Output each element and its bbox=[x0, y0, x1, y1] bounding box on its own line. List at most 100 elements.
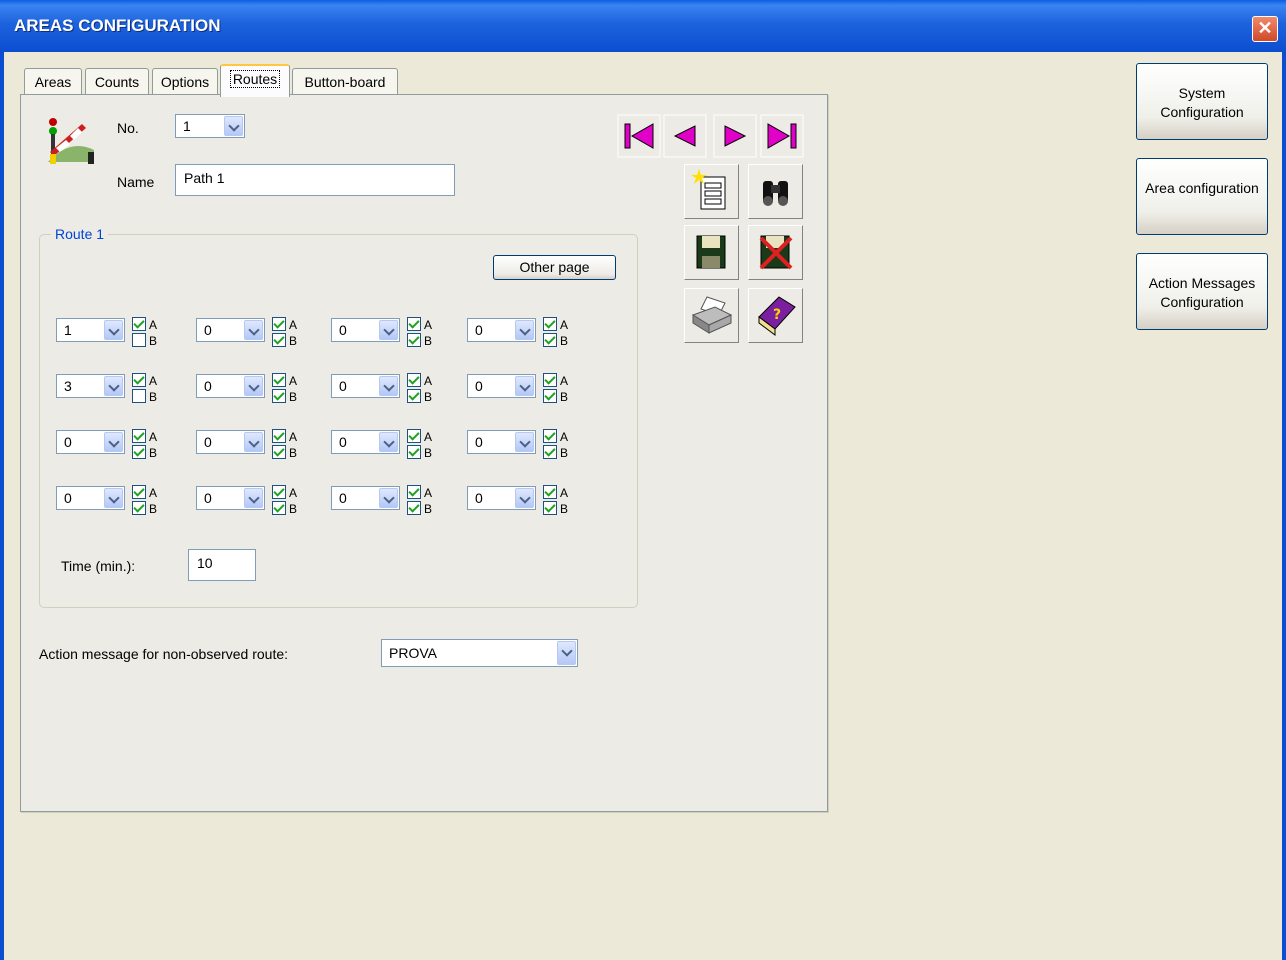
route-checkbox-b[interactable] bbox=[132, 333, 146, 347]
route-cell: 0 AB bbox=[196, 369, 321, 413]
route-checkbox-b[interactable] bbox=[272, 445, 286, 459]
route-area-select[interactable]: 0 bbox=[196, 430, 265, 454]
route-area-select[interactable]: 0 bbox=[467, 486, 536, 510]
route-cell: 0 AB bbox=[196, 313, 321, 357]
chevron-down-icon[interactable] bbox=[379, 320, 398, 340]
window-frame-right bbox=[1282, 52, 1286, 960]
checkbox-b-label: B bbox=[289, 334, 298, 348]
new-record-button[interactable] bbox=[684, 164, 739, 219]
route-checkbox-b[interactable] bbox=[407, 333, 421, 347]
first-record-icon[interactable] bbox=[617, 114, 661, 158]
chevron-down-icon[interactable] bbox=[244, 488, 263, 508]
chevron-down-icon[interactable] bbox=[379, 432, 398, 452]
action-messages-configuration-button[interactable]: Action Messages Configuration bbox=[1136, 253, 1268, 330]
route-checkbox-a[interactable] bbox=[543, 317, 557, 331]
route-checkbox-b[interactable] bbox=[132, 445, 146, 459]
no-select[interactable]: 1 bbox=[175, 114, 245, 138]
chevron-down-icon[interactable] bbox=[224, 116, 243, 136]
route-checkbox-b[interactable] bbox=[407, 389, 421, 403]
route-checkbox-b[interactable] bbox=[407, 501, 421, 515]
tab-areas[interactable]: Areas bbox=[24, 68, 82, 95]
route-checkbox-a[interactable] bbox=[132, 317, 146, 331]
route-checkbox-a[interactable] bbox=[543, 485, 557, 499]
route-area-select[interactable]: 0 bbox=[196, 486, 265, 510]
system-configuration-button[interactable]: System Configuration bbox=[1136, 63, 1268, 140]
route-checkbox-b[interactable] bbox=[272, 333, 286, 347]
last-record-icon[interactable] bbox=[760, 114, 804, 158]
route-checkbox-b[interactable] bbox=[543, 445, 557, 459]
action-message-select[interactable]: PROVA bbox=[381, 639, 578, 667]
route-checkbox-a[interactable] bbox=[543, 373, 557, 387]
route-area-select[interactable]: 3 bbox=[56, 374, 125, 398]
tab-button-board[interactable]: Button-board bbox=[292, 68, 398, 95]
chevron-down-icon[interactable] bbox=[515, 376, 534, 396]
checkbox-a-label: A bbox=[560, 318, 569, 332]
checkbox-a-label: A bbox=[289, 318, 298, 332]
chevron-down-icon[interactable] bbox=[379, 488, 398, 508]
route-checkbox-b[interactable] bbox=[272, 501, 286, 515]
delete-button[interactable] bbox=[748, 225, 803, 280]
route-checkbox-a[interactable] bbox=[407, 373, 421, 387]
save-button[interactable] bbox=[684, 225, 739, 280]
chevron-down-icon[interactable] bbox=[515, 320, 534, 340]
tab-counts[interactable]: Counts bbox=[85, 68, 149, 95]
area-configuration-button[interactable]: Area configuration bbox=[1136, 158, 1268, 235]
other-page-button[interactable]: Other page bbox=[493, 255, 616, 280]
next-record-icon[interactable] bbox=[713, 114, 757, 158]
route-area-select[interactable]: 0 bbox=[467, 374, 536, 398]
route-checkbox-b[interactable] bbox=[132, 501, 146, 515]
name-input[interactable]: Path 1 bbox=[175, 164, 455, 196]
route-checkbox-a[interactable] bbox=[543, 429, 557, 443]
find-button[interactable] bbox=[748, 164, 803, 219]
help-button[interactable]: ? bbox=[748, 288, 803, 343]
route-checkbox-a[interactable] bbox=[407, 317, 421, 331]
chevron-down-icon[interactable] bbox=[557, 641, 576, 665]
tab-routes[interactable]: Routes bbox=[220, 64, 290, 97]
route-checkbox-a[interactable] bbox=[272, 485, 286, 499]
close-button[interactable]: ✕ bbox=[1252, 16, 1278, 42]
route-checkbox-a[interactable] bbox=[272, 317, 286, 331]
route-checkbox-a[interactable] bbox=[132, 373, 146, 387]
route-area-select[interactable]: 0 bbox=[196, 374, 265, 398]
route-checkbox-a[interactable] bbox=[132, 429, 146, 443]
barrier-gate-icon bbox=[48, 118, 94, 164]
route-checkbox-a[interactable] bbox=[132, 485, 146, 499]
previous-record-icon[interactable] bbox=[663, 114, 707, 158]
checkbox-a-label: A bbox=[149, 318, 158, 332]
chevron-down-icon[interactable] bbox=[104, 376, 123, 396]
window-title: AREAS CONFIGURATION bbox=[14, 16, 221, 35]
route-area-select[interactable]: 0 bbox=[467, 430, 536, 454]
time-input[interactable]: 10 bbox=[188, 549, 256, 581]
print-button[interactable] bbox=[684, 288, 739, 343]
chevron-down-icon[interactable] bbox=[515, 488, 534, 508]
chevron-down-icon[interactable] bbox=[104, 320, 123, 340]
print-icon bbox=[691, 296, 733, 334]
route-checkbox-b[interactable] bbox=[132, 389, 146, 403]
route-area-select[interactable]: 0 bbox=[331, 486, 400, 510]
route-checkbox-a[interactable] bbox=[272, 429, 286, 443]
route-area-select[interactable]: 0 bbox=[331, 318, 400, 342]
route-checkbox-a[interactable] bbox=[407, 429, 421, 443]
route-checkbox-b[interactable] bbox=[543, 333, 557, 347]
route-area-select[interactable]: 0 bbox=[56, 430, 125, 454]
route-area-select[interactable]: 0 bbox=[196, 318, 265, 342]
route-checkbox-b[interactable] bbox=[543, 501, 557, 515]
chevron-down-icon[interactable] bbox=[104, 488, 123, 508]
chevron-down-icon[interactable] bbox=[244, 320, 263, 340]
route-checkbox-b[interactable] bbox=[543, 389, 557, 403]
route-checkbox-a[interactable] bbox=[272, 373, 286, 387]
tab-options[interactable]: Options bbox=[152, 68, 218, 95]
route-checkbox-b[interactable] bbox=[272, 389, 286, 403]
chevron-down-icon[interactable] bbox=[515, 432, 534, 452]
route-area-select[interactable]: 0 bbox=[331, 430, 400, 454]
route-area-select[interactable]: 0 bbox=[56, 486, 125, 510]
chevron-down-icon[interactable] bbox=[379, 376, 398, 396]
route-checkbox-b[interactable] bbox=[407, 445, 421, 459]
chevron-down-icon[interactable] bbox=[244, 376, 263, 396]
route-area-select[interactable]: 0 bbox=[331, 374, 400, 398]
chevron-down-icon[interactable] bbox=[244, 432, 263, 452]
route-checkbox-a[interactable] bbox=[407, 485, 421, 499]
route-area-select[interactable]: 0 bbox=[467, 318, 536, 342]
route-area-select[interactable]: 1 bbox=[56, 318, 125, 342]
chevron-down-icon[interactable] bbox=[104, 432, 123, 452]
